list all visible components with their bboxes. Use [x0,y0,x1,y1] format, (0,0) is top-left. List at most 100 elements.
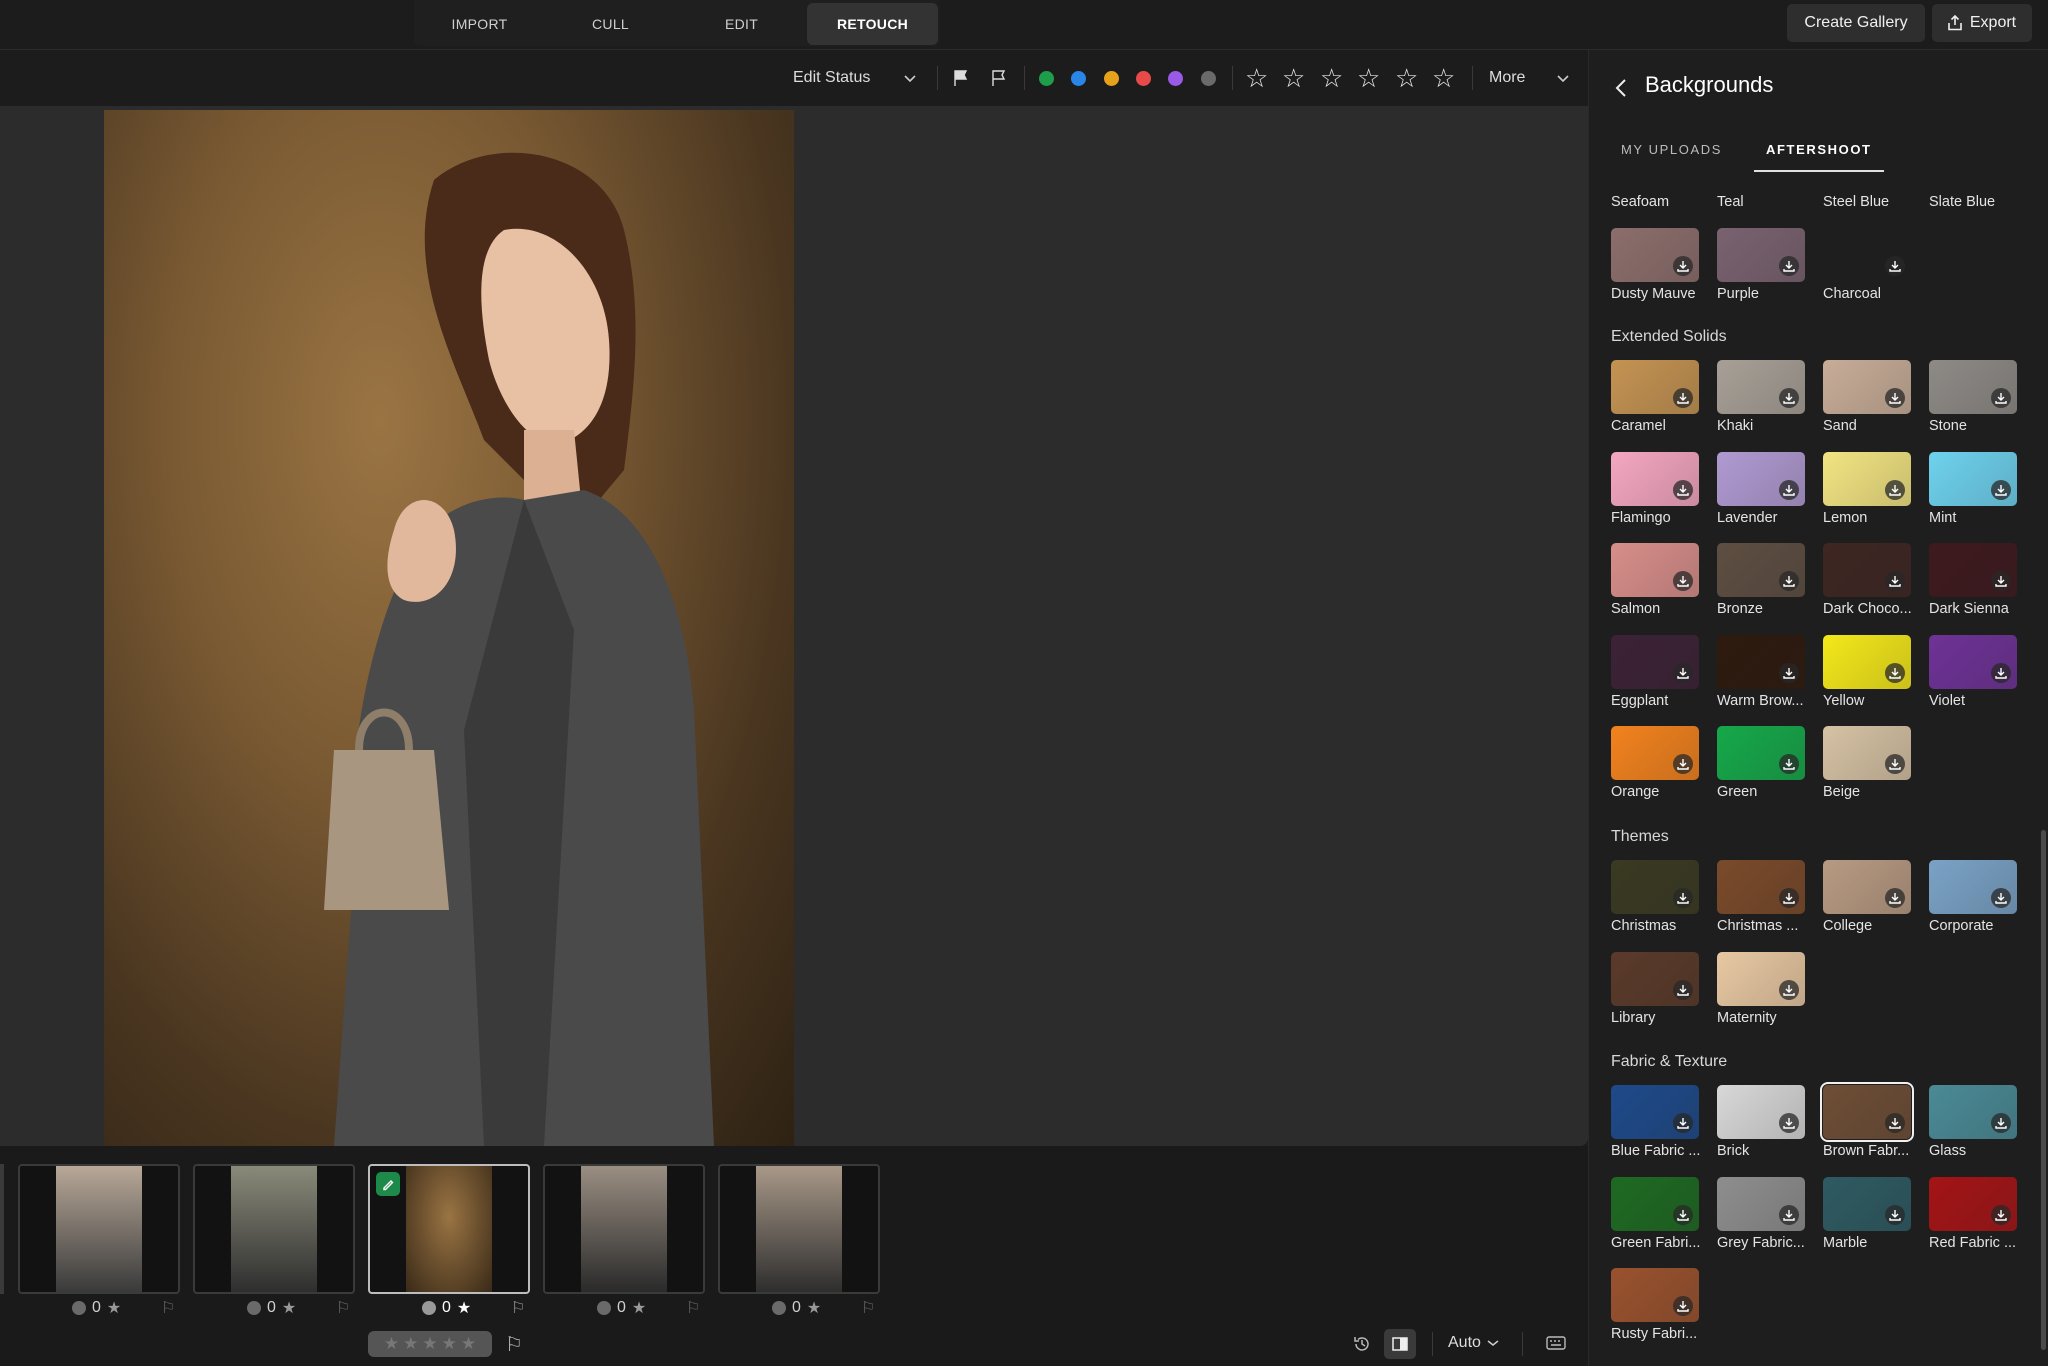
download-icon[interactable] [1779,388,1799,408]
background-swatch[interactable] [1823,634,1911,689]
back-chevron-icon[interactable] [1615,78,1627,98]
flag-icon[interactable]: ⚐ [511,1298,525,1318]
tab-my-uploads[interactable]: MY UPLOADS [1621,132,1738,172]
background-swatch[interactable] [1717,1176,1805,1231]
star-icon[interactable]: ★ [403,1334,418,1354]
rating-stars-control[interactable]: ★ ★ ★ ★ ★ [368,1331,492,1357]
background-swatch[interactable] [1717,543,1805,597]
download-icon[interactable] [1779,1204,1799,1225]
background-swatch[interactable] [1929,1176,2017,1231]
background-swatch[interactable] [1611,360,1699,414]
download-icon[interactable] [1779,571,1799,591]
color-label-green[interactable] [1039,71,1054,86]
download-icon[interactable] [1779,979,1799,1000]
background-swatch[interactable] [1823,451,1911,506]
background-swatch[interactable] [1611,634,1699,689]
download-icon[interactable] [1991,479,2011,500]
download-icon[interactable] [1779,662,1799,683]
download-icon[interactable] [1885,388,1905,408]
tab-import[interactable]: IMPORT [414,3,545,45]
download-icon[interactable] [1885,571,1905,591]
tab-aftershoot[interactable]: AFTERSHOOT [1754,132,1884,172]
background-swatch[interactable] [1717,1085,1805,1139]
download-icon[interactable] [1673,1296,1693,1316]
edit-status-dropdown[interactable]: Edit Status [793,50,870,106]
background-swatch[interactable] [1611,228,1699,282]
star-icon[interactable]: ★ [442,1334,457,1354]
flag-pick-icon[interactable] [952,50,970,106]
panel-scrollbar[interactable] [2041,830,2046,1350]
download-icon[interactable] [1673,256,1693,276]
download-icon[interactable] [1673,979,1693,1000]
star-icon[interactable]: ☆ [1282,64,1305,92]
export-button[interactable]: Export [1932,4,2032,42]
background-swatch[interactable] [1611,860,1699,914]
background-swatch[interactable] [1717,951,1805,1006]
color-label-yellow[interactable] [1104,71,1119,86]
background-swatch[interactable] [1717,228,1805,282]
color-label-blue[interactable] [1071,71,1086,86]
more-dropdown[interactable]: More [1489,50,1525,106]
flag-icon[interactable]: ⚐ [505,1332,523,1357]
download-icon[interactable] [1991,571,2011,591]
background-swatch[interactable] [1823,543,1911,597]
tab-retouch[interactable]: RETOUCH [807,3,938,45]
background-swatch[interactable] [1823,228,1911,282]
download-icon[interactable] [1673,479,1693,500]
download-icon[interactable] [1779,479,1799,500]
download-icon[interactable] [1779,1113,1799,1133]
image-canvas[interactable] [0,106,1588,1146]
download-icon[interactable] [1991,388,2011,408]
chevron-down-icon[interactable] [1556,50,1570,106]
download-icon[interactable] [1991,662,2011,683]
background-swatch[interactable] [1929,634,2017,689]
color-label-red[interactable] [1136,71,1151,86]
download-icon[interactable] [1673,388,1693,408]
background-swatch[interactable] [1717,860,1805,914]
color-dot[interactable] [597,1301,611,1315]
background-swatch[interactable] [1929,451,2017,506]
background-swatch[interactable] [1929,860,2017,914]
background-swatch[interactable] [1929,360,2017,414]
star-icon[interactable]: ★ [461,1334,476,1354]
keyboard-icon[interactable] [1546,1335,1566,1351]
background-swatch[interactable] [1929,543,2017,597]
background-swatch[interactable] [1717,726,1805,780]
download-icon[interactable] [1885,888,1905,908]
background-swatch[interactable] [1611,1268,1699,1322]
download-icon[interactable] [1673,888,1693,908]
color-dot[interactable] [422,1301,436,1315]
background-swatch[interactable] [1611,1176,1699,1231]
color-dot[interactable] [72,1301,86,1315]
download-icon[interactable] [1779,754,1799,774]
background-swatch[interactable] [1929,1085,2017,1139]
background-swatch[interactable] [1823,860,1911,914]
tab-edit[interactable]: EDIT [676,3,807,45]
star-icon[interactable]: ★ [457,1298,471,1318]
download-icon[interactable] [1885,479,1905,500]
create-gallery-button[interactable]: Create Gallery [1787,4,1925,42]
download-icon[interactable] [1673,754,1693,774]
color-dot[interactable] [247,1301,261,1315]
download-icon[interactable] [1885,1204,1905,1225]
download-icon[interactable] [1779,256,1799,276]
star-icon[interactable]: ☆ [1357,64,1380,92]
thumbnail[interactable] [193,1164,355,1294]
star-icon[interactable]: ☆ [1320,64,1343,92]
flag-reject-icon[interactable] [990,50,1008,106]
tab-cull[interactable]: CULL [545,3,676,45]
background-swatch[interactable] [1611,451,1699,506]
download-icon[interactable] [1885,662,1905,683]
background-swatch[interactable] [1717,634,1805,689]
thumbnail[interactable] [18,1164,180,1294]
flag-icon[interactable]: ⚐ [161,1298,175,1318]
background-swatch[interactable] [1611,543,1699,597]
chevron-down-icon[interactable] [903,50,917,106]
star-icon[interactable]: ☆ [1432,64,1455,92]
star-icon[interactable]: ★ [384,1334,399,1354]
compare-icon[interactable] [1384,1329,1416,1359]
download-icon[interactable] [1673,1204,1693,1225]
download-icon[interactable] [1673,662,1693,683]
background-swatch[interactable] [1611,951,1699,1006]
thumbnail-selected[interactable] [368,1164,530,1294]
